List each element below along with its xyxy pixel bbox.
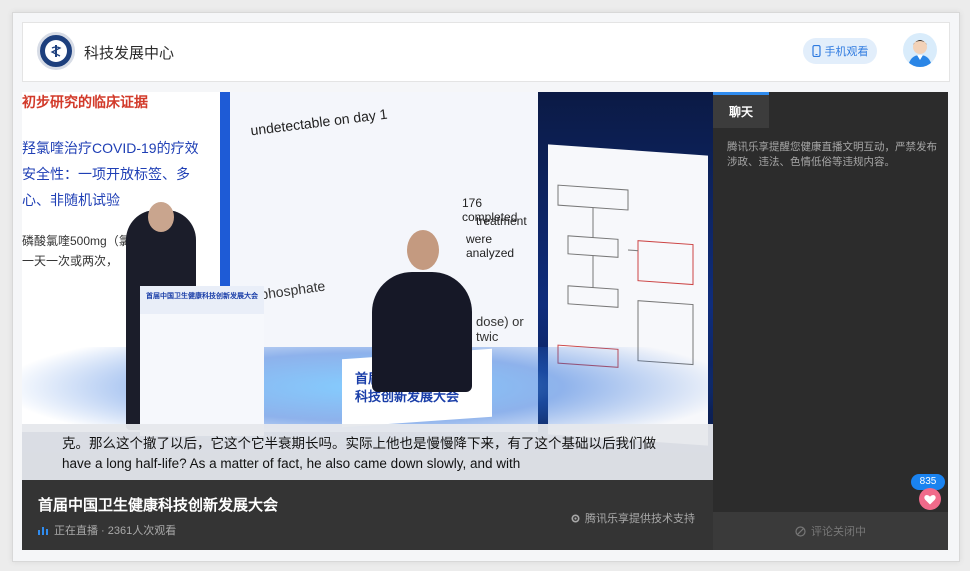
slide-text: dose) or twic [476,314,524,344]
like-widget[interactable]: 835 [911,474,945,510]
powered-by-text: 腾讯乐享提供技术支持 [585,513,695,525]
subtitle-overlay: 克。那么这个撤了以后，它这个它半衰期长吗。实际上他也是慢慢降下来，有了这个基础以… [22,424,713,480]
live-video-player[interactable]: 初步研究的临床证据 羟氯喹治疗COVID-19的疗效 安全性：一项开放标签、多 … [22,92,713,480]
slide-text: were analyzed [466,232,515,260]
site-header: 科技发展中心 手机观看 [22,22,950,82]
bars-icon [38,526,48,535]
heart-icon [924,494,936,504]
slide-text: 一天一次或两次， [22,254,119,268]
phone-icon [811,45,821,57]
ban-icon [795,525,806,537]
caduceus-icon [50,45,62,57]
podium-sign: 首届中国卫生健康科技创新发展大会 [146,293,258,300]
screen-speaker-head [407,230,439,270]
powered-by[interactable]: 腾讯乐享提供技术支持 [570,510,695,526]
site-title: 科技发展中心 [84,45,175,62]
slide-text: 初步研究的临床证据 [22,94,148,110]
screen-speaker-figure [372,272,472,392]
comment-input-disabled: 评论关闭中 [713,512,948,550]
slide-text: 安全性：一项开放标签、多 [22,166,190,182]
like-button[interactable] [919,488,941,510]
slide-text: 磷酸氯喹500mg（氯 [22,234,131,248]
subtitle-chinese: 克。那么这个撤了以后，它这个它半衰期长吗。实际上他也是慢慢降下来，有了这个基础以… [62,436,656,451]
slide-text: 羟氯喹治疗COVID-19的疗效 [22,140,199,156]
mobile-watch-button[interactable]: 手机观看 [803,38,877,64]
tab-chat[interactable]: 聊天 [713,92,769,128]
mobile-watch-label: 手机观看 [824,46,869,58]
slide-text: treatment [476,214,527,228]
slide-text: 心、非随机试验 [22,192,120,208]
podium-top: 首届中国卫生健康科技创新发展大会 [140,286,264,314]
gear-icon [571,513,580,523]
subtitle-english: have a long half-life? As a matter of fa… [62,456,521,471]
event-title: 首届中国卫生健康科技创新发展大会 [38,497,279,514]
site-logo[interactable] [37,32,75,70]
stream-info-bar: 首届中国卫生健康科技创新发展大会 正在直播 · 2361人次观看 腾讯乐享提供技… [22,480,713,550]
comments-closed-text: 评论关闭中 [811,526,866,538]
user-avatar[interactable] [903,33,937,67]
speaker-head [148,202,174,232]
live-status-text: 正在直播 · 2361人次观看 [54,525,177,537]
avatar-icon [908,40,932,67]
slide-text: undetectable on day 1 [249,105,389,139]
chat-notice: 腾讯乐享提醒您健康直播文明互动，严禁发布涉政、违法、色情低俗等违规内容。 [727,141,937,168]
live-status: 正在直播 · 2361人次观看 [38,522,176,538]
chat-panel: 聊天 腾讯乐享提醒您健康直播文明互动，严禁发布涉政、违法、色情低俗等违规内容。 … [713,92,948,550]
slide-text: phosphate [259,277,327,303]
